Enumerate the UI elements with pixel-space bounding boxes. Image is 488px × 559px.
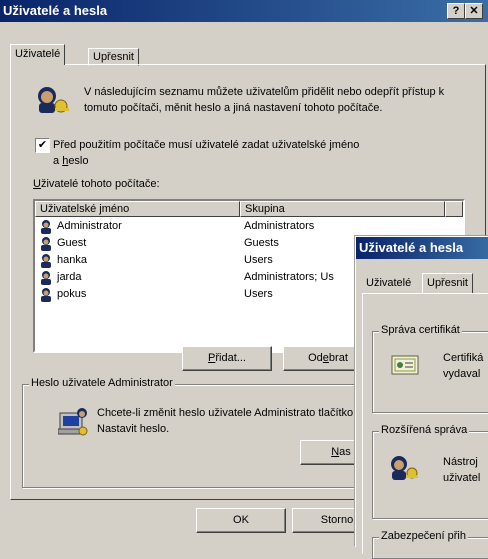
user-group: Guests xyxy=(244,237,279,249)
tab-users-label: Uživatelé xyxy=(15,48,61,60)
users-keys-icon-2 xyxy=(391,456,418,480)
add-user-button[interactable]: Přidat... xyxy=(182,346,272,371)
user-name: Guest xyxy=(57,237,87,249)
btn-pre: Od xyxy=(308,352,323,364)
users-list-label: Uživatelé tohoto počítače: xyxy=(33,178,160,190)
accel: U xyxy=(33,178,41,190)
overlay-window: Uživatelé a hesla Uživatelé Upřesnit Spr… xyxy=(355,236,488,559)
close-button[interactable]: ✕ xyxy=(465,3,483,19)
btn-rest: brat xyxy=(328,352,348,364)
user-group: Users xyxy=(244,288,273,300)
overlay-security-group: Zabezpečení přih xyxy=(372,530,488,559)
user-name: jarda xyxy=(57,271,82,283)
user-name: pokus xyxy=(57,288,87,300)
table-row[interactable]: Administrator Administrators xyxy=(35,218,463,235)
btn-rest: řidat... xyxy=(215,352,246,364)
overlay-security-title: Zabezpečení přih xyxy=(379,530,468,542)
help-button[interactable]: ? xyxy=(447,3,465,19)
col-header-group[interactable]: Skupina xyxy=(240,201,445,217)
label-part: a xyxy=(53,155,63,167)
user-icon xyxy=(41,254,51,268)
user-icon xyxy=(41,271,51,285)
overlay-advanced-title: Rozšířená správa xyxy=(379,424,470,436)
window-title: Uživatelé a hesla xyxy=(3,3,108,18)
label-part: eslo xyxy=(68,155,89,167)
user-icon xyxy=(41,237,51,251)
tab-users[interactable]: Uživatelé xyxy=(10,44,66,65)
password-group-text: Chcete-li změnit heslo uživatele Adminis… xyxy=(97,407,354,435)
certificate-icon xyxy=(391,355,419,375)
overlay-titlebar: Uživatelé a hesla xyxy=(356,237,488,259)
intro-text: V následujícím seznamu můžete uživatelům… xyxy=(84,86,445,114)
user-icon xyxy=(41,220,51,234)
user-name: Administrator xyxy=(57,220,122,232)
window-titlebar: Uživatelé a hesla ? ✕ xyxy=(0,0,488,22)
btn-rest: as xyxy=(339,446,351,458)
user-group: Administrators; Us xyxy=(244,271,334,283)
user-group: Users xyxy=(244,254,273,266)
users-keys-icon xyxy=(38,87,69,113)
user-icon xyxy=(41,288,51,302)
overlay-cert-text: Certifiká vydaval xyxy=(443,352,484,380)
col-header-extra[interactable] xyxy=(445,201,463,217)
overlay-tab-users[interactable]: Uživatelé xyxy=(366,277,411,289)
accel: N xyxy=(331,446,340,458)
computer-user-icon xyxy=(58,408,88,436)
require-password-label[interactable]: Před použitím počítače musí uživatelé za… xyxy=(53,137,453,169)
require-password-label-line1: Před použitím počítače musí uživatelé za… xyxy=(53,139,360,151)
ok-button[interactable]: OK xyxy=(196,508,286,533)
user-group: Administrators xyxy=(244,220,315,232)
label-rest: živatelé tohoto počítače: xyxy=(40,178,160,190)
overlay-tab-advanced[interactable]: Upřesnit xyxy=(422,273,473,294)
overlay-cert-title: Správa certifikát xyxy=(379,324,462,336)
overlay-title: Uživatelé a hesla xyxy=(359,240,464,255)
user-name: hanka xyxy=(57,254,87,266)
col-header-username[interactable]: Uživatelské jméno xyxy=(35,201,240,217)
password-group-title: Heslo uživatele Administrator xyxy=(29,377,175,389)
overlay-advanced-text: Nástroj uživatel xyxy=(443,456,481,484)
tab-advanced-label: Upřesnit xyxy=(93,51,134,63)
require-password-checkbox[interactable]: ✔ xyxy=(35,138,50,153)
